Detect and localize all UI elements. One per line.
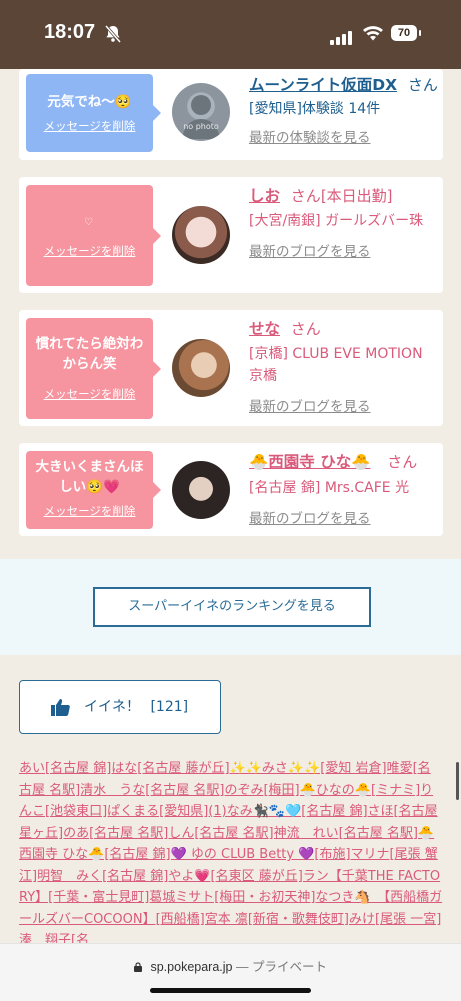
liker-info: 🐣西園寺 ひな🐣 さん [名古屋 錦] Mrs.CAFE 光 最新のブログを見る: [249, 451, 439, 527]
delete-message-link[interactable]: メッセージを削除: [26, 118, 153, 134]
like-button[interactable]: イイネ！ [121]: [19, 680, 221, 734]
avatar[interactable]: [172, 461, 230, 519]
battery-tip: [419, 30, 421, 36]
today-attendance-badge: [本日出勤]: [320, 187, 393, 205]
liker-card: 慣れてたら絶対わからん笑 メッセージを削除 せな さん [京橋] CLUB EV…: [19, 310, 443, 426]
message-bubble: ♡ メッセージを削除: [26, 185, 161, 286]
liker-info: しお さん[本日出勤] [大宮/南銀] ガールズバー珠 最新のブログを見る: [249, 185, 439, 260]
honorific: さん: [290, 320, 321, 338]
browser-url-bar[interactable]: sp.pokepara.jp — プライベート: [0, 943, 461, 1001]
battery-icon: 70: [391, 25, 417, 41]
delete-message-link[interactable]: メッセージを削除: [26, 386, 153, 402]
message-bubble: 大きいくまさんほしい🥺💗 メッセージを削除: [26, 451, 161, 529]
liker-detail: [京橋] CLUB EVE MOTION 京橋: [249, 346, 423, 384]
likers-text[interactable]: あい[名古屋 錦]はな[名古屋 藤が丘]✨✨みさ✨✨[愛知 岩倉]唯愛[名古屋 …: [19, 761, 442, 948]
liker-detail: [大宮/南銀] ガールズバー珠: [249, 213, 424, 229]
avatar[interactable]: [172, 339, 230, 397]
like-label: イイネ！: [84, 699, 140, 715]
status-bar: 18:07 70: [0, 0, 461, 69]
latest-link[interactable]: 最新のブログを見る: [249, 395, 439, 415]
ranking-button[interactable]: スーパーイイネのランキングを見る: [93, 587, 371, 627]
url-separator: —: [235, 960, 249, 974]
latest-link[interactable]: 最新の体験談を見る: [249, 126, 439, 146]
liker-name-link[interactable]: ムーンライト仮面DX: [249, 76, 397, 94]
url-line: sp.pokepara.jp — プライベート: [0, 956, 461, 975]
liker-info: ムーンライト仮面DX さん [愛知県]体験談 14件 最新の体験談を見る: [249, 74, 439, 146]
honorific: さん: [407, 76, 438, 94]
like-count: [121]: [150, 699, 189, 715]
person-silhouette-icon: no photo: [182, 95, 220, 139]
likers-list[interactable]: あい[名古屋 錦]はな[名古屋 藤が丘]✨✨みさ✨✨[愛知 岩倉]唯愛[名古屋 …: [19, 758, 443, 952]
delete-message-link[interactable]: メッセージを削除: [26, 243, 153, 259]
liker-detail: [愛知県]体験談 14件: [249, 101, 381, 117]
ranking-section: スーパーイイネのランキングを見る: [0, 559, 461, 655]
bell-slash-icon: [104, 25, 122, 43]
message-bubble: 元気でね〜🥺 メッセージを削除: [26, 74, 161, 152]
signal-icon: [330, 26, 354, 45]
message-text: 大きいくまさんほしい🥺💗: [35, 459, 144, 495]
heart-icon: ♡: [84, 217, 93, 228]
delete-message-link[interactable]: メッセージを削除: [26, 503, 153, 519]
honorific: さん: [387, 453, 418, 471]
message-bubble: 慣れてたら絶対わからん笑 メッセージを削除: [26, 318, 161, 419]
liker-name-link[interactable]: 🐣西園寺 ひな🐣: [249, 453, 371, 471]
message-text: 元気でね〜🥺: [47, 94, 132, 110]
lock-icon: [134, 962, 142, 972]
liker-card: 元気でね〜🥺 メッセージを削除 no photo ムーンライト仮面DX さん […: [19, 69, 443, 160]
avatar[interactable]: [172, 206, 230, 264]
home-indicator[interactable]: [150, 988, 311, 993]
liker-info: せな さん [京橋] CLUB EVE MOTION 京橋 最新のブログを見る: [249, 318, 439, 415]
liker-name-link[interactable]: しお: [249, 187, 280, 205]
honorific: さん: [290, 187, 321, 205]
liker-card: 大きいくまさんほしい🥺💗 メッセージを削除 🐣西園寺 ひな🐣 さん [名古屋 錦…: [19, 443, 443, 536]
liker-card: ♡ メッセージを削除 しお さん[本日出勤] [大宮/南銀] ガールズバー珠 最…: [19, 177, 443, 293]
latest-link[interactable]: 最新のブログを見る: [249, 507, 439, 527]
wifi-icon: [363, 26, 383, 41]
scrollbar[interactable]: [456, 762, 459, 800]
thumbs-up-icon: [51, 699, 70, 716]
liker-detail: [名古屋 錦] Mrs.CAFE 光: [249, 480, 410, 496]
like-label-wrap: イイネ！ [121]: [84, 681, 188, 733]
avatar[interactable]: no photo: [172, 83, 230, 141]
message-text: 慣れてたら絶対わからん笑: [35, 336, 144, 372]
status-time: 18:07: [44, 21, 96, 43]
liker-name-link[interactable]: せな: [249, 320, 280, 338]
url-domain: sp.pokepara.jp: [150, 960, 233, 974]
avatar-no-photo: no photo: [183, 122, 219, 131]
private-mode-label: プライベート: [251, 960, 327, 974]
latest-link[interactable]: 最新のブログを見る: [249, 240, 439, 260]
